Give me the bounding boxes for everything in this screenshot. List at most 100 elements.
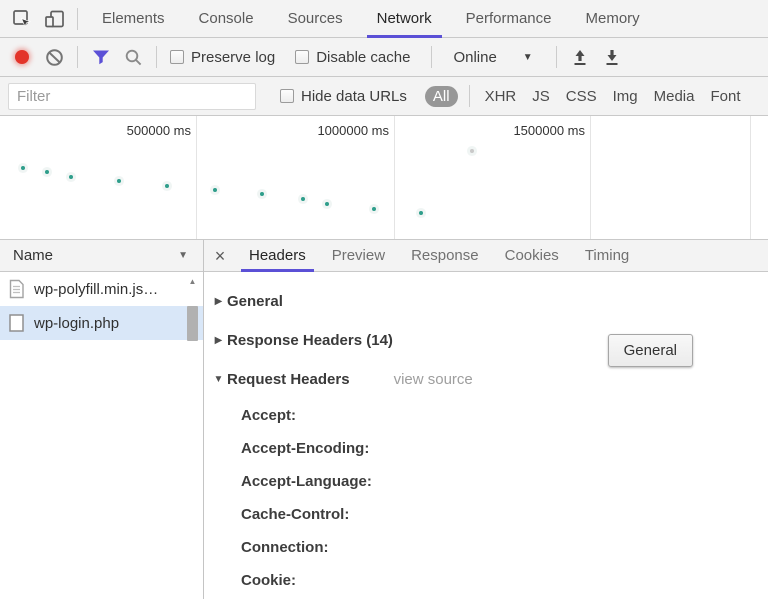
devtools-window: Elements Console Sources Network Perform… [0,0,768,599]
upload-icon [571,48,589,67]
request-name: wp-polyfill.min.js… [34,281,158,298]
type-filter-xhr[interactable]: XHR [477,88,525,105]
disable-cache-checkbox[interactable] [295,50,309,64]
header-name-accept-encoding: Accept-Encoding: [241,432,768,465]
details-panel: × Headers Preview Response Cookies Timin… [204,240,768,599]
type-filter-img[interactable]: Img [605,88,646,105]
tab-timing[interactable]: Timing [572,240,642,272]
script-file-icon [8,279,25,299]
request-dot [301,197,305,201]
request-headers-list: Accept: Accept-Encoding: Accept-Language… [210,399,768,597]
type-filter-media[interactable]: Media [646,88,703,105]
name-column-header[interactable]: Name ▼ [0,240,203,272]
timeline-overview[interactable]: 500000 ms 1000000 ms 1500000 ms [0,116,768,240]
section-general[interactable]: ▶ General [210,282,768,321]
sort-caret-icon[interactable]: ▼ [178,250,188,261]
timeline-tick-label: 1500000 ms [513,123,590,138]
type-filter-js[interactable]: JS [524,88,558,105]
tab-headers[interactable]: Headers [236,240,319,272]
request-dot [325,202,329,206]
tab-elements[interactable]: Elements [85,0,182,38]
tab-memory[interactable]: Memory [569,0,657,38]
separator [431,46,432,68]
headers-content: ▶ General ▶ Response Headers (14) ▼ Requ… [204,272,768,599]
inspect-element-button[interactable] [6,3,38,35]
request-dot [21,166,25,170]
hide-data-urls-checkbox[interactable] [280,89,294,103]
separator [156,46,157,68]
disclosure-collapsed-icon[interactable]: ▶ [210,335,227,346]
tab-sources[interactable]: Sources [271,0,360,38]
disable-cache-label[interactable]: Disable cache [316,49,410,66]
header-name-cookie: Cookie: [241,564,768,597]
tab-network[interactable]: Network [360,0,449,38]
name-column-label: Name [13,247,53,264]
separator [556,46,557,68]
separator [469,85,470,107]
tab-preview[interactable]: Preview [319,240,398,272]
device-toolbar-button[interactable] [38,3,70,35]
type-filter-font[interactable]: Font [702,88,748,105]
header-name-connection: Connection: [241,531,768,564]
request-dot [117,179,121,183]
request-row-wp-login[interactable]: wp-login.php [0,306,203,340]
record-button[interactable] [6,41,38,73]
throttling-select[interactable]: Online [453,49,496,66]
timeline-gridline [590,116,591,239]
scroll-up-icon[interactable]: ▲ [186,273,199,289]
disclosure-expanded-icon[interactable]: ▼ [210,374,227,385]
clear-button[interactable] [38,41,70,73]
search-button[interactable] [117,41,149,73]
header-name-accept: Accept: [241,399,768,432]
timeline-gridline [394,116,395,239]
request-dot [260,192,264,196]
requests-panel: Name ▼ wp-polyfill.min.js… [0,240,204,599]
main-toolbar: Elements Console Sources Network Perform… [0,0,768,38]
separator [77,8,78,30]
export-har-button[interactable] [596,41,628,73]
scrollbar-thumb[interactable] [187,306,198,341]
requests-scrollbar[interactable]: ▲ [186,273,199,385]
download-icon [603,48,621,67]
document-file-icon [8,313,25,333]
filter-input[interactable] [8,83,256,110]
disclosure-collapsed-icon[interactable]: ▶ [210,296,227,307]
record-icon [15,50,29,64]
timeline-tick-label: 1000000 ms [317,123,394,138]
section-label: Response Headers (14) [227,332,393,349]
timeline-gridline [750,116,751,239]
tab-performance[interactable]: Performance [449,0,569,38]
clear-icon [45,48,64,67]
tab-console[interactable]: Console [182,0,271,38]
section-label: General [227,293,283,310]
filter-toggle-button[interactable] [85,41,117,73]
import-har-button[interactable] [564,41,596,73]
request-dot [69,175,73,179]
header-name-accept-language: Accept-Language: [241,465,768,498]
close-icon[interactable]: × [204,241,236,271]
filter-bar: Hide data URLs All XHR JS CSS Img Media … [0,77,768,116]
tab-response[interactable]: Response [398,240,492,272]
request-dot [470,149,474,153]
view-source-link[interactable]: view source [394,371,473,388]
hide-data-urls-label[interactable]: Hide data URLs [301,88,407,105]
type-filter-css[interactable]: CSS [558,88,605,105]
timeline-gridline [196,116,197,239]
request-row-wp-polyfill[interactable]: wp-polyfill.min.js… [0,272,203,306]
inspect-cursor-icon [12,9,32,29]
general-floating-button[interactable]: General [608,334,693,367]
search-icon [124,48,143,67]
funnel-icon [92,49,110,65]
request-dot [45,170,49,174]
preserve-log-label[interactable]: Preserve log [191,49,275,66]
tab-cookies[interactable]: Cookies [492,240,572,272]
header-name-cache-control: Cache-Control: [241,498,768,531]
timeline-tick-label: 500000 ms [127,123,196,138]
request-dot [213,188,217,192]
chevron-down-icon[interactable]: ▼ [523,52,533,63]
details-tabbar: × Headers Preview Response Cookies Timin… [204,240,768,272]
preserve-log-checkbox[interactable] [170,50,184,64]
request-dot [165,184,169,188]
type-filter-all[interactable]: All [425,86,458,107]
network-toolbar: Preserve log Disable cache Online ▼ [0,38,768,77]
